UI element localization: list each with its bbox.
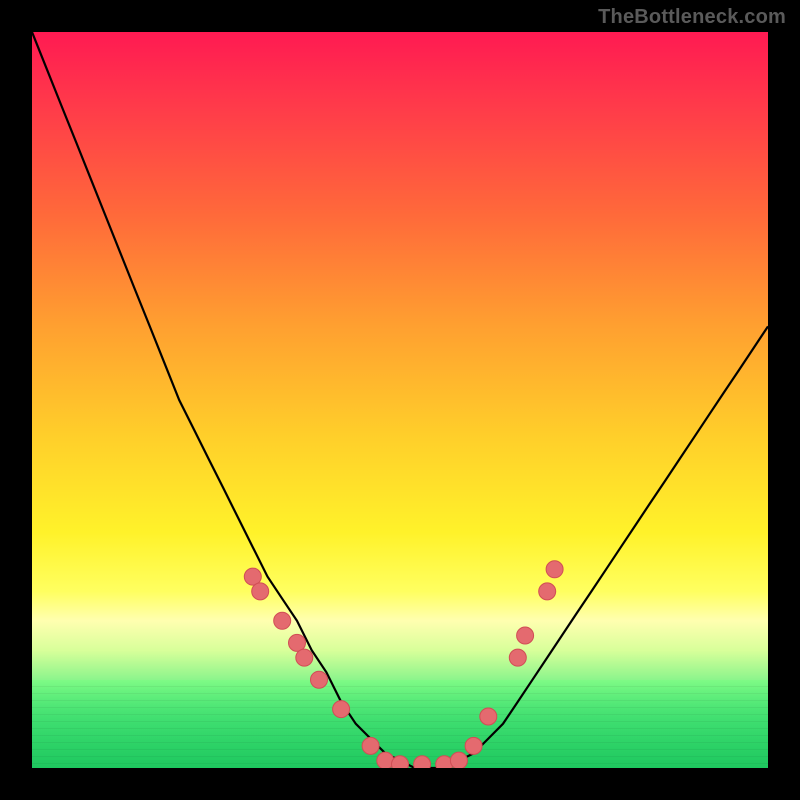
marker-dot [311, 671, 328, 688]
marker-dot [274, 612, 291, 629]
watermark-text: TheBottleneck.com [598, 6, 786, 29]
marker-dot [414, 756, 431, 768]
marker-dot [465, 737, 482, 754]
marker-group [244, 561, 563, 768]
marker-dot [252, 583, 269, 600]
marker-dot [539, 583, 556, 600]
marker-dot [296, 649, 313, 666]
series-line [32, 32, 768, 768]
marker-dot [480, 708, 497, 725]
curve-svg [32, 32, 768, 768]
marker-dot [333, 701, 350, 718]
marker-dot [362, 737, 379, 754]
plot-area [32, 32, 768, 768]
marker-dot [546, 561, 563, 578]
marker-dot [392, 756, 409, 768]
marker-dot [509, 649, 526, 666]
chart-frame: TheBottleneck.com [0, 0, 800, 800]
marker-dot [517, 627, 534, 644]
marker-dot [450, 752, 467, 768]
